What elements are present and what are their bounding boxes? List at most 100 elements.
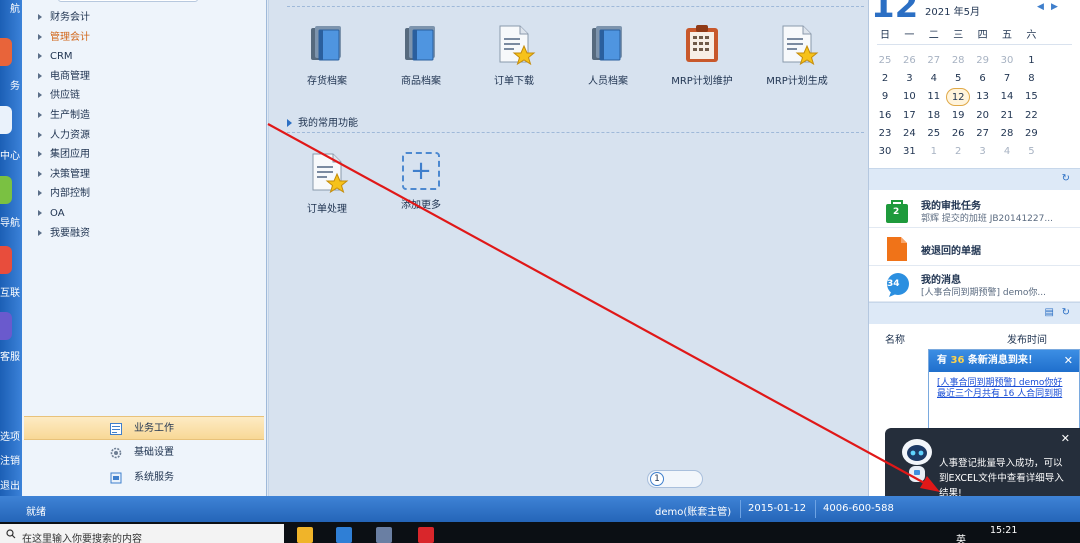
calendar-day[interactable]: 8	[1019, 70, 1043, 88]
calendar-day[interactable]: 28	[946, 52, 970, 70]
calendar-day[interactable]: 24	[897, 125, 921, 143]
refresh-icon[interactable]: ↻	[1062, 173, 1070, 184]
file-explorer-icon[interactable]	[297, 527, 313, 543]
strip-label-business[interactable]: 务	[0, 77, 20, 92]
calendar-day[interactable]: 3	[897, 70, 921, 88]
app-shortcut[interactable]: 商品档案	[381, 22, 461, 87]
calendar-day[interactable]: 28	[995, 125, 1019, 143]
app-taskbar-icon[interactable]	[376, 527, 392, 543]
calendar-day[interactable]: 2	[946, 143, 970, 161]
calendar-day[interactable]: 20	[971, 107, 995, 125]
app-shortcut[interactable]: 人员档案	[568, 22, 648, 87]
calendar-day[interactable]: 30	[995, 52, 1019, 70]
strip-label-nav[interactable]: 航	[0, 0, 20, 15]
calendar-day[interactable]: 26	[897, 52, 921, 70]
calendar-day[interactable]: 30	[873, 143, 897, 161]
page-number[interactable]: 1	[650, 472, 664, 486]
calendar-day[interactable]: 5	[946, 70, 970, 88]
app-shortcut[interactable]: MRP计划生成	[757, 22, 837, 87]
calendar-day[interactable]: 9	[873, 88, 897, 106]
strip-label-center[interactable]: 中心	[0, 147, 20, 162]
calendar-day[interactable]: 14	[995, 88, 1019, 106]
common-functions-title[interactable]: 我的常用功能	[287, 114, 358, 129]
interconnect-icon[interactable]	[0, 246, 12, 274]
next-month-icon[interactable]: ▶	[1051, 2, 1058, 12]
close-icon[interactable]: ✕	[1061, 432, 1070, 445]
app-shortcut[interactable]: MRP计划维护	[662, 22, 742, 87]
calendar-day[interactable]: 3	[971, 143, 995, 161]
strip-label-navigation[interactable]: 导航	[0, 214, 20, 229]
calendar-day[interactable]: 19	[946, 107, 970, 125]
common-function-shortcut[interactable]: 订单处理	[287, 150, 367, 215]
calendar-day[interactable]: 27	[922, 52, 946, 70]
calendar-day[interactable]: 2	[873, 70, 897, 88]
app-shortcut[interactable]: 存货档案	[287, 22, 367, 87]
logout-link[interactable]: 注销	[0, 452, 20, 467]
calendar-day[interactable]: 23	[873, 125, 897, 143]
strip-label-service[interactable]: 客服	[0, 348, 20, 363]
calendar-day[interactable]: 22	[1019, 107, 1043, 125]
tree-item[interactable]: OA	[38, 206, 65, 222]
tree-item[interactable]: 电商管理	[38, 69, 90, 85]
calendar-day[interactable]: 25	[922, 125, 946, 143]
business-icon[interactable]	[0, 38, 12, 66]
close-icon[interactable]: ✕	[1064, 350, 1073, 372]
tree-item[interactable]: 决策管理	[38, 167, 90, 183]
calendar-day[interactable]: 29	[1019, 125, 1043, 143]
calendar-day[interactable]: 4	[995, 143, 1019, 161]
exit-link[interactable]: 退出	[0, 477, 20, 492]
app-taskbar-icon[interactable]	[336, 527, 352, 543]
strip-label-interconnect[interactable]: 互联	[0, 284, 20, 299]
business-work-button[interactable]: 业务工作	[24, 416, 264, 440]
taskbar-search-input[interactable]: 在这里输入你要搜索的内容	[0, 524, 284, 543]
calendar-day[interactable]: 16	[873, 107, 897, 125]
calendar-day[interactable]: 17	[897, 107, 921, 125]
calendar-day[interactable]: 25	[873, 52, 897, 70]
tree-item[interactable]: CRM	[38, 49, 73, 65]
task-item[interactable]: 34 我的消息 [人事合同到期预警] demo你...	[869, 266, 1080, 302]
calendar-day[interactable]: 12	[946, 88, 971, 107]
calendar-day[interactable]: 21	[995, 107, 1019, 125]
calendar-day[interactable]: 4	[922, 70, 946, 88]
calendar-day[interactable]: 27	[971, 125, 995, 143]
calendar-day[interactable]: 6	[971, 70, 995, 88]
options-link[interactable]: 选项	[0, 428, 20, 443]
task-item[interactable]: 被退回的单据	[869, 230, 1080, 266]
calendar-day[interactable]: 18	[922, 107, 946, 125]
calendar-day[interactable]: 7	[995, 70, 1019, 88]
navigation-icon[interactable]	[0, 176, 12, 204]
calendar-day[interactable]: 1	[1019, 52, 1043, 70]
app-taskbar-icon[interactable]	[418, 527, 434, 543]
contract-warning-link[interactable]: [人事合同到期预警] demo你好最近三个月共有 16 人合同到期	[929, 372, 1079, 406]
tree-item[interactable]: 管理会计	[38, 30, 90, 46]
add-more-button[interactable]: 添加更多	[381, 150, 461, 211]
books-icon[interactable]: ▤	[1045, 307, 1054, 318]
system-service-button[interactable]: 系统服务	[24, 466, 264, 490]
clock-time[interactable]: 15:21	[990, 525, 1017, 536]
calendar-day[interactable]: 10	[897, 88, 921, 106]
document-icon[interactable]	[0, 106, 12, 134]
calendar-day[interactable]: 15	[1019, 88, 1043, 106]
input-method[interactable]: 英	[956, 531, 966, 543]
calendar-day[interactable]: 11	[922, 88, 946, 106]
task-item[interactable]: 2 我的审批任务 郭辉 提交的加班 JB20141227...	[869, 192, 1080, 228]
calendar-day[interactable]: 13	[971, 88, 995, 106]
calendar-day[interactable]: 31	[897, 143, 921, 161]
pager[interactable]: 1	[647, 470, 703, 488]
calendar-day[interactable]: 1	[922, 143, 946, 161]
calendar-day[interactable]: 5	[1019, 143, 1043, 161]
calendar-day[interactable]: 29	[971, 52, 995, 70]
calendar-day[interactable]: 26	[946, 125, 970, 143]
tree-item[interactable]: 我要融资	[38, 226, 90, 242]
refresh-icon[interactable]: ↻	[1062, 307, 1070, 318]
basic-settings-button[interactable]: 基础设置	[24, 441, 264, 465]
tree-item[interactable]: 财务会计	[38, 10, 90, 26]
customer-service-icon[interactable]	[0, 312, 12, 340]
tree-search-input[interactable]	[58, 0, 198, 2]
tree-item[interactable]: 供应链	[38, 88, 80, 104]
tree-item[interactable]: 人力资源	[38, 128, 90, 144]
app-shortcut[interactable]: 订单下载	[474, 22, 554, 87]
tree-item[interactable]: 集团应用	[38, 147, 90, 163]
prev-month-icon[interactable]: ◀	[1037, 2, 1044, 12]
tree-item[interactable]: 内部控制	[38, 186, 90, 202]
